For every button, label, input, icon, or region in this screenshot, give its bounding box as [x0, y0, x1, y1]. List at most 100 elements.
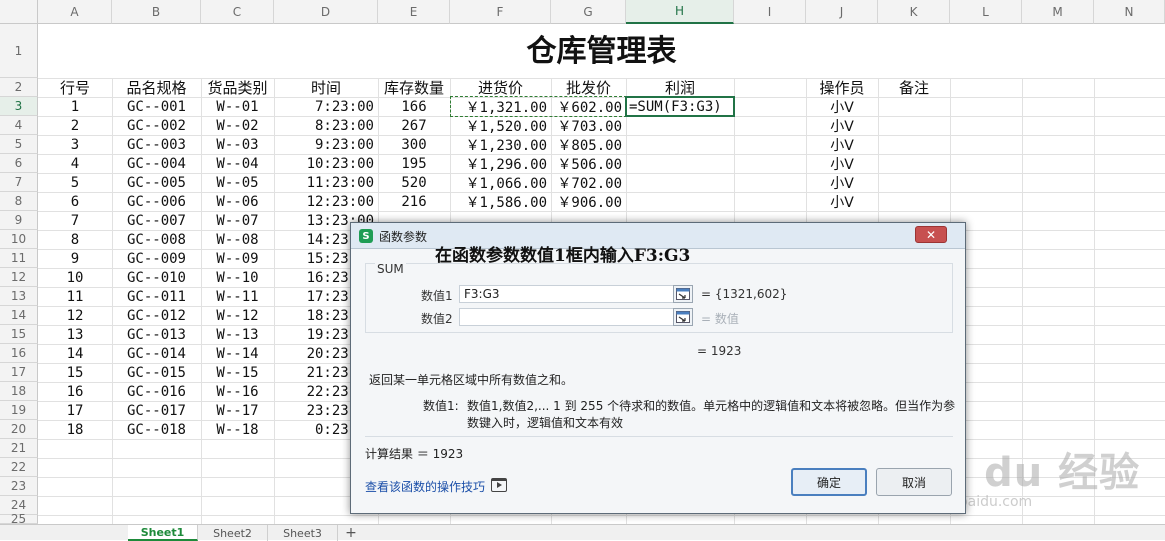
arg1-input[interactable]: F3:G3: [459, 285, 677, 303]
cell-seq[interactable]: 8: [38, 230, 112, 249]
cell-time[interactable]: 9:23:00: [274, 135, 378, 154]
cancel-button[interactable]: 取消: [876, 468, 952, 496]
row-header-3[interactable]: 3: [0, 97, 38, 116]
ok-button[interactable]: 确定: [791, 468, 867, 496]
cell-op[interactable]: 小V: [806, 192, 878, 211]
header-purchase[interactable]: 进货价: [450, 78, 551, 97]
cell-seq[interactable]: 12: [38, 306, 112, 325]
cell-seq[interactable]: 9: [38, 249, 112, 268]
row-header-21[interactable]: 21: [0, 439, 38, 458]
column-header-j[interactable]: J: [806, 0, 878, 24]
cell-stock[interactable]: 300: [378, 135, 450, 154]
cell-seq[interactable]: 10: [38, 268, 112, 287]
cell-stock[interactable]: 267: [378, 116, 450, 135]
column-header-d[interactable]: D: [274, 0, 378, 24]
column-header-n[interactable]: N: [1094, 0, 1165, 24]
cell-time[interactable]: 7:23:00: [274, 97, 378, 116]
select-all-corner[interactable]: [0, 0, 38, 24]
column-header-e[interactable]: E: [378, 0, 450, 24]
cell-op[interactable]: 小V: [806, 116, 878, 135]
cell-cat[interactable]: W--02: [201, 116, 274, 135]
row-header-15[interactable]: 15: [0, 325, 38, 344]
header-note[interactable]: 备注: [878, 78, 950, 97]
column-header-k[interactable]: K: [878, 0, 950, 24]
row-header-5[interactable]: 5: [0, 135, 38, 154]
cell-op[interactable]: 小V: [806, 173, 878, 192]
cell-cat[interactable]: W--12: [201, 306, 274, 325]
cell-seq[interactable]: 7: [38, 211, 112, 230]
row-header-22[interactable]: 22: [0, 458, 38, 477]
cell-name[interactable]: GC--010: [112, 268, 201, 287]
cell-name[interactable]: GC--007: [112, 211, 201, 230]
row-header-6[interactable]: 6: [0, 154, 38, 173]
row-header-8[interactable]: 8: [0, 192, 38, 211]
cell-cat[interactable]: W--14: [201, 344, 274, 363]
cell-seq[interactable]: 15: [38, 363, 112, 382]
sheet-title[interactable]: 仓库管理表: [38, 28, 1165, 76]
cell-op[interactable]: 小V: [806, 154, 878, 173]
active-cell-h3[interactable]: [625, 96, 735, 117]
cell-name[interactable]: GC--013: [112, 325, 201, 344]
cell-purchase[interactable]: ￥1,296.00: [450, 154, 551, 173]
cell-name[interactable]: GC--002: [112, 116, 201, 135]
cell-seq[interactable]: 11: [38, 287, 112, 306]
cell-cat[interactable]: W--03: [201, 135, 274, 154]
cell-name[interactable]: GC--012: [112, 306, 201, 325]
cell-wholesale[interactable]: ￥702.00: [551, 173, 626, 192]
help-link[interactable]: 查看该函数的操作技巧: [365, 478, 485, 495]
cell-name[interactable]: GC--014: [112, 344, 201, 363]
row-header-25[interactable]: 25: [0, 512, 38, 526]
tab-sheet1[interactable]: Sheet1: [128, 525, 198, 541]
row-header-14[interactable]: 14: [0, 306, 38, 325]
cell-name[interactable]: GC--017: [112, 401, 201, 420]
row-header-10[interactable]: 10: [0, 230, 38, 249]
cell-seq[interactable]: 14: [38, 344, 112, 363]
cell-wholesale[interactable]: ￥906.00: [551, 192, 626, 211]
column-header-f[interactable]: F: [450, 0, 551, 24]
column-header-a[interactable]: A: [38, 0, 112, 24]
row-header-16[interactable]: 16: [0, 344, 38, 363]
range-picker-icon[interactable]: [673, 285, 693, 303]
cell-name[interactable]: GC--015: [112, 363, 201, 382]
column-header-h[interactable]: H: [626, 0, 734, 24]
cell-cat[interactable]: W--16: [201, 382, 274, 401]
cell-op[interactable]: 小V: [806, 135, 878, 154]
row-header-11[interactable]: 11: [0, 249, 38, 268]
cell-cat[interactable]: W--13: [201, 325, 274, 344]
cell-stock[interactable]: 216: [378, 192, 450, 211]
row-header-20[interactable]: 20: [0, 420, 38, 439]
cell-seq[interactable]: 2: [38, 116, 112, 135]
cell-name[interactable]: GC--011: [112, 287, 201, 306]
cell-time[interactable]: 12:23:00: [274, 192, 378, 211]
cell-seq[interactable]: 6: [38, 192, 112, 211]
row-header-19[interactable]: 19: [0, 401, 38, 420]
header-wholesale[interactable]: 批发价: [551, 78, 626, 97]
add-sheet-button[interactable]: +: [340, 525, 362, 541]
cell-purchase[interactable]: ￥1,586.00: [450, 192, 551, 211]
row-header-9[interactable]: 9: [0, 211, 38, 230]
column-header-i[interactable]: I: [734, 0, 806, 24]
row-header-7[interactable]: 7: [0, 173, 38, 192]
cell-seq[interactable]: 4: [38, 154, 112, 173]
row-header-1[interactable]: 1: [0, 24, 38, 78]
cell-name[interactable]: GC--003: [112, 135, 201, 154]
cell-name[interactable]: GC--006: [112, 192, 201, 211]
cell-wholesale[interactable]: ￥805.00: [551, 135, 626, 154]
cell-cat[interactable]: W--11: [201, 287, 274, 306]
cell-time[interactable]: 10:23:00: [274, 154, 378, 173]
cell-cat[interactable]: W--15: [201, 363, 274, 382]
cell-name[interactable]: GC--018: [112, 420, 201, 439]
row-header-23[interactable]: 23: [0, 477, 38, 496]
arg2-input[interactable]: [459, 308, 677, 326]
cell-name[interactable]: GC--004: [112, 154, 201, 173]
row-header-2[interactable]: 2: [0, 78, 38, 97]
cell-cat[interactable]: W--07: [201, 211, 274, 230]
cell-purchase[interactable]: ￥1,520.00: [450, 116, 551, 135]
cell-seq[interactable]: 1: [38, 97, 112, 116]
header-name[interactable]: 品名规格: [112, 78, 201, 97]
cell-purchase[interactable]: ￥1,230.00: [450, 135, 551, 154]
column-header-b[interactable]: B: [112, 0, 201, 24]
cell-seq[interactable]: 16: [38, 382, 112, 401]
column-header-m[interactable]: M: [1022, 0, 1094, 24]
cell-name[interactable]: GC--016: [112, 382, 201, 401]
